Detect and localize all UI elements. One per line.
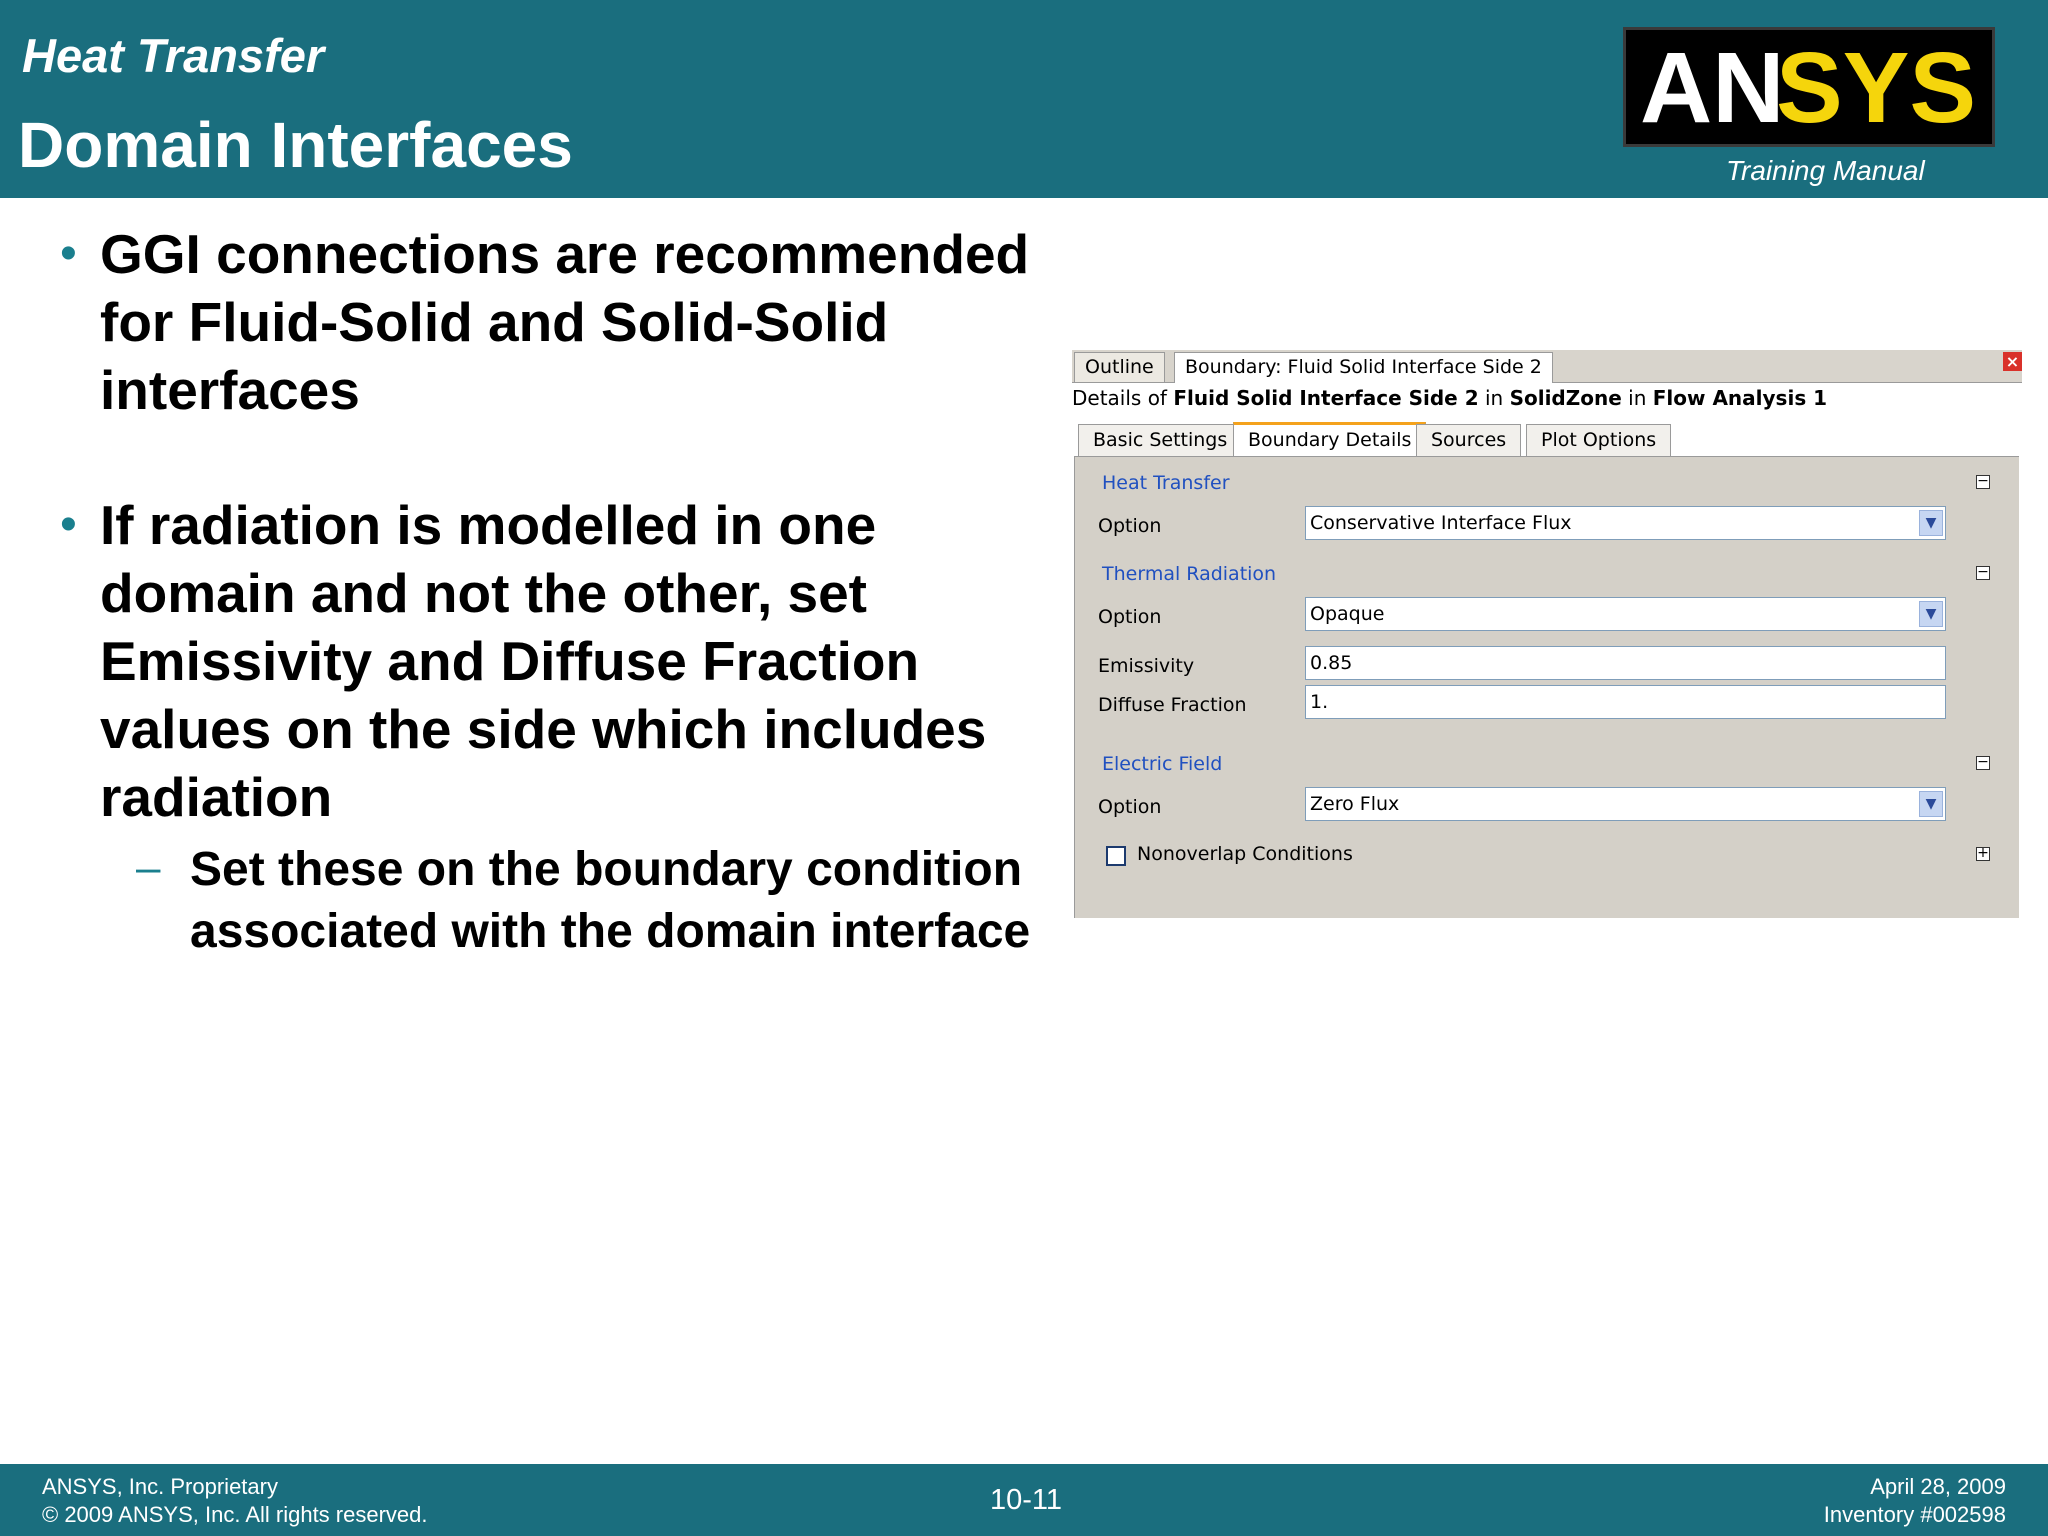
- page-number: 10-11: [990, 1484, 1063, 1516]
- bullet-text: If radiation is modelled in one domain a…: [100, 494, 987, 828]
- tab-sources[interactable]: Sources: [1416, 424, 1522, 456]
- tab-plot-options[interactable]: Plot Options: [1526, 424, 1672, 456]
- footer-copyright: © 2009 ANSYS, Inc. All rights reserved.: [42, 1502, 428, 1527]
- emissivity-input[interactable]: 0.85: [1305, 646, 1946, 680]
- emissivity-label: Emissivity: [1098, 655, 1195, 677]
- tab-boundary-details[interactable]: Boundary Details: [1233, 422, 1427, 456]
- details-object: Fluid Solid Interface Side 2: [1173, 386, 1479, 410]
- top-tab-bar: Outline Boundary: Fluid Solid Interface …: [1072, 350, 2022, 383]
- details-caption: Details of Fluid Solid Interface Side 2 …: [1072, 386, 2022, 410]
- course-title: Heat Transfer: [22, 29, 325, 82]
- details-analysis: Flow Analysis 1: [1652, 386, 1828, 410]
- footer-date: April 28, 2009: [1870, 1474, 2006, 1499]
- diffuse-fraction-label: Diffuse Fraction: [1098, 694, 1247, 716]
- expand-icon[interactable]: +: [1976, 846, 1990, 861]
- electric-field-option-value: Zero Flux: [1310, 793, 1400, 815]
- chevron-down-icon[interactable]: ▼: [1919, 601, 1943, 627]
- bullet-item: • GGI connections are recommended for Fl…: [60, 220, 1040, 424]
- heat-transfer-option-select[interactable]: Conservative Interface Flux ▼: [1305, 506, 1946, 540]
- footer-proprietary: ANSYS, Inc. Proprietary: [42, 1474, 278, 1499]
- thermal-radiation-option-value: Opaque: [1310, 603, 1385, 625]
- slide-footer: ANSYS, Inc. Proprietary © 2009 ANSYS, In…: [0, 1464, 2048, 1536]
- electric-field-option-label: Option: [1098, 796, 1162, 818]
- sub-bullet-text: Set these on the boundary condition asso…: [190, 843, 1031, 958]
- details-zone: SolidZone: [1509, 386, 1622, 410]
- heat-transfer-option-label: Option: [1098, 515, 1162, 537]
- bullet-list: • GGI connections are recommended for Fl…: [60, 220, 1040, 963]
- electric-field-section-label[interactable]: Electric Field: [1102, 753, 1222, 775]
- nonoverlap-checkbox[interactable]: [1106, 846, 1126, 866]
- bullet-dot-icon: •: [60, 227, 77, 280]
- heat-transfer-option-value: Conservative Interface Flux: [1310, 512, 1572, 534]
- bullet-item: • If radiation is modelled in one domain…: [60, 491, 1040, 831]
- thermal-radiation-section-label[interactable]: Thermal Radiation: [1102, 563, 1276, 585]
- slide-header: Heat Transfer Domain Interfaces AN SYS T…: [0, 0, 2048, 198]
- dash-icon: –: [136, 843, 161, 892]
- chevron-down-icon[interactable]: ▼: [1919, 791, 1943, 817]
- slide-title: Domain Interfaces: [18, 109, 573, 181]
- collapse-icon[interactable]: −: [1976, 565, 1990, 580]
- tab-boundary[interactable]: Boundary: Fluid Solid Interface Side 2: [1174, 352, 1553, 383]
- heat-transfer-section-label[interactable]: Heat Transfer: [1102, 472, 1230, 494]
- logo-text-yellow: SYS: [1776, 32, 1976, 144]
- nonoverlap-label: Nonoverlap Conditions: [1137, 843, 1353, 865]
- tab-outline[interactable]: Outline: [1074, 352, 1165, 382]
- footer-inventory: Inventory #002598: [1823, 1502, 2006, 1527]
- collapse-icon[interactable]: −: [1976, 755, 1990, 770]
- details-prefix: Details of: [1072, 386, 1174, 410]
- training-manual-label: Training Manual: [1726, 155, 1925, 186]
- details-in-2: in: [1621, 386, 1653, 410]
- thermal-radiation-option-select[interactable]: Opaque ▼: [1305, 597, 1946, 631]
- ansys-logo: AN SYS: [1623, 27, 1995, 147]
- thermal-radiation-option-label: Option: [1098, 606, 1162, 628]
- sub-tab-bar: Basic Settings Boundary Details Sources …: [1078, 422, 2022, 456]
- close-icon[interactable]: ×: [2003, 352, 2022, 371]
- boundary-details-panel: Outline Boundary: Fluid Solid Interface …: [1072, 350, 2022, 918]
- tab-basic-settings[interactable]: Basic Settings: [1078, 424, 1243, 456]
- logo-text-white: AN: [1640, 32, 1784, 144]
- collapse-icon[interactable]: −: [1976, 474, 1990, 489]
- sub-bullet-item: – Set these on the boundary condition as…: [60, 839, 1040, 963]
- diffuse-fraction-input[interactable]: 1.: [1305, 685, 1946, 719]
- boundary-details-form: Heat Transfer − Option Conservative Inte…: [1074, 456, 2019, 918]
- electric-field-option-select[interactable]: Zero Flux ▼: [1305, 787, 1946, 821]
- ansys-logo-mark: AN SYS: [1640, 32, 1976, 144]
- details-in-1: in: [1478, 386, 1510, 410]
- chevron-down-icon[interactable]: ▼: [1919, 510, 1943, 536]
- bullet-text: GGI connections are recommended for Flui…: [100, 223, 1030, 421]
- bullet-dot-icon: •: [60, 498, 77, 551]
